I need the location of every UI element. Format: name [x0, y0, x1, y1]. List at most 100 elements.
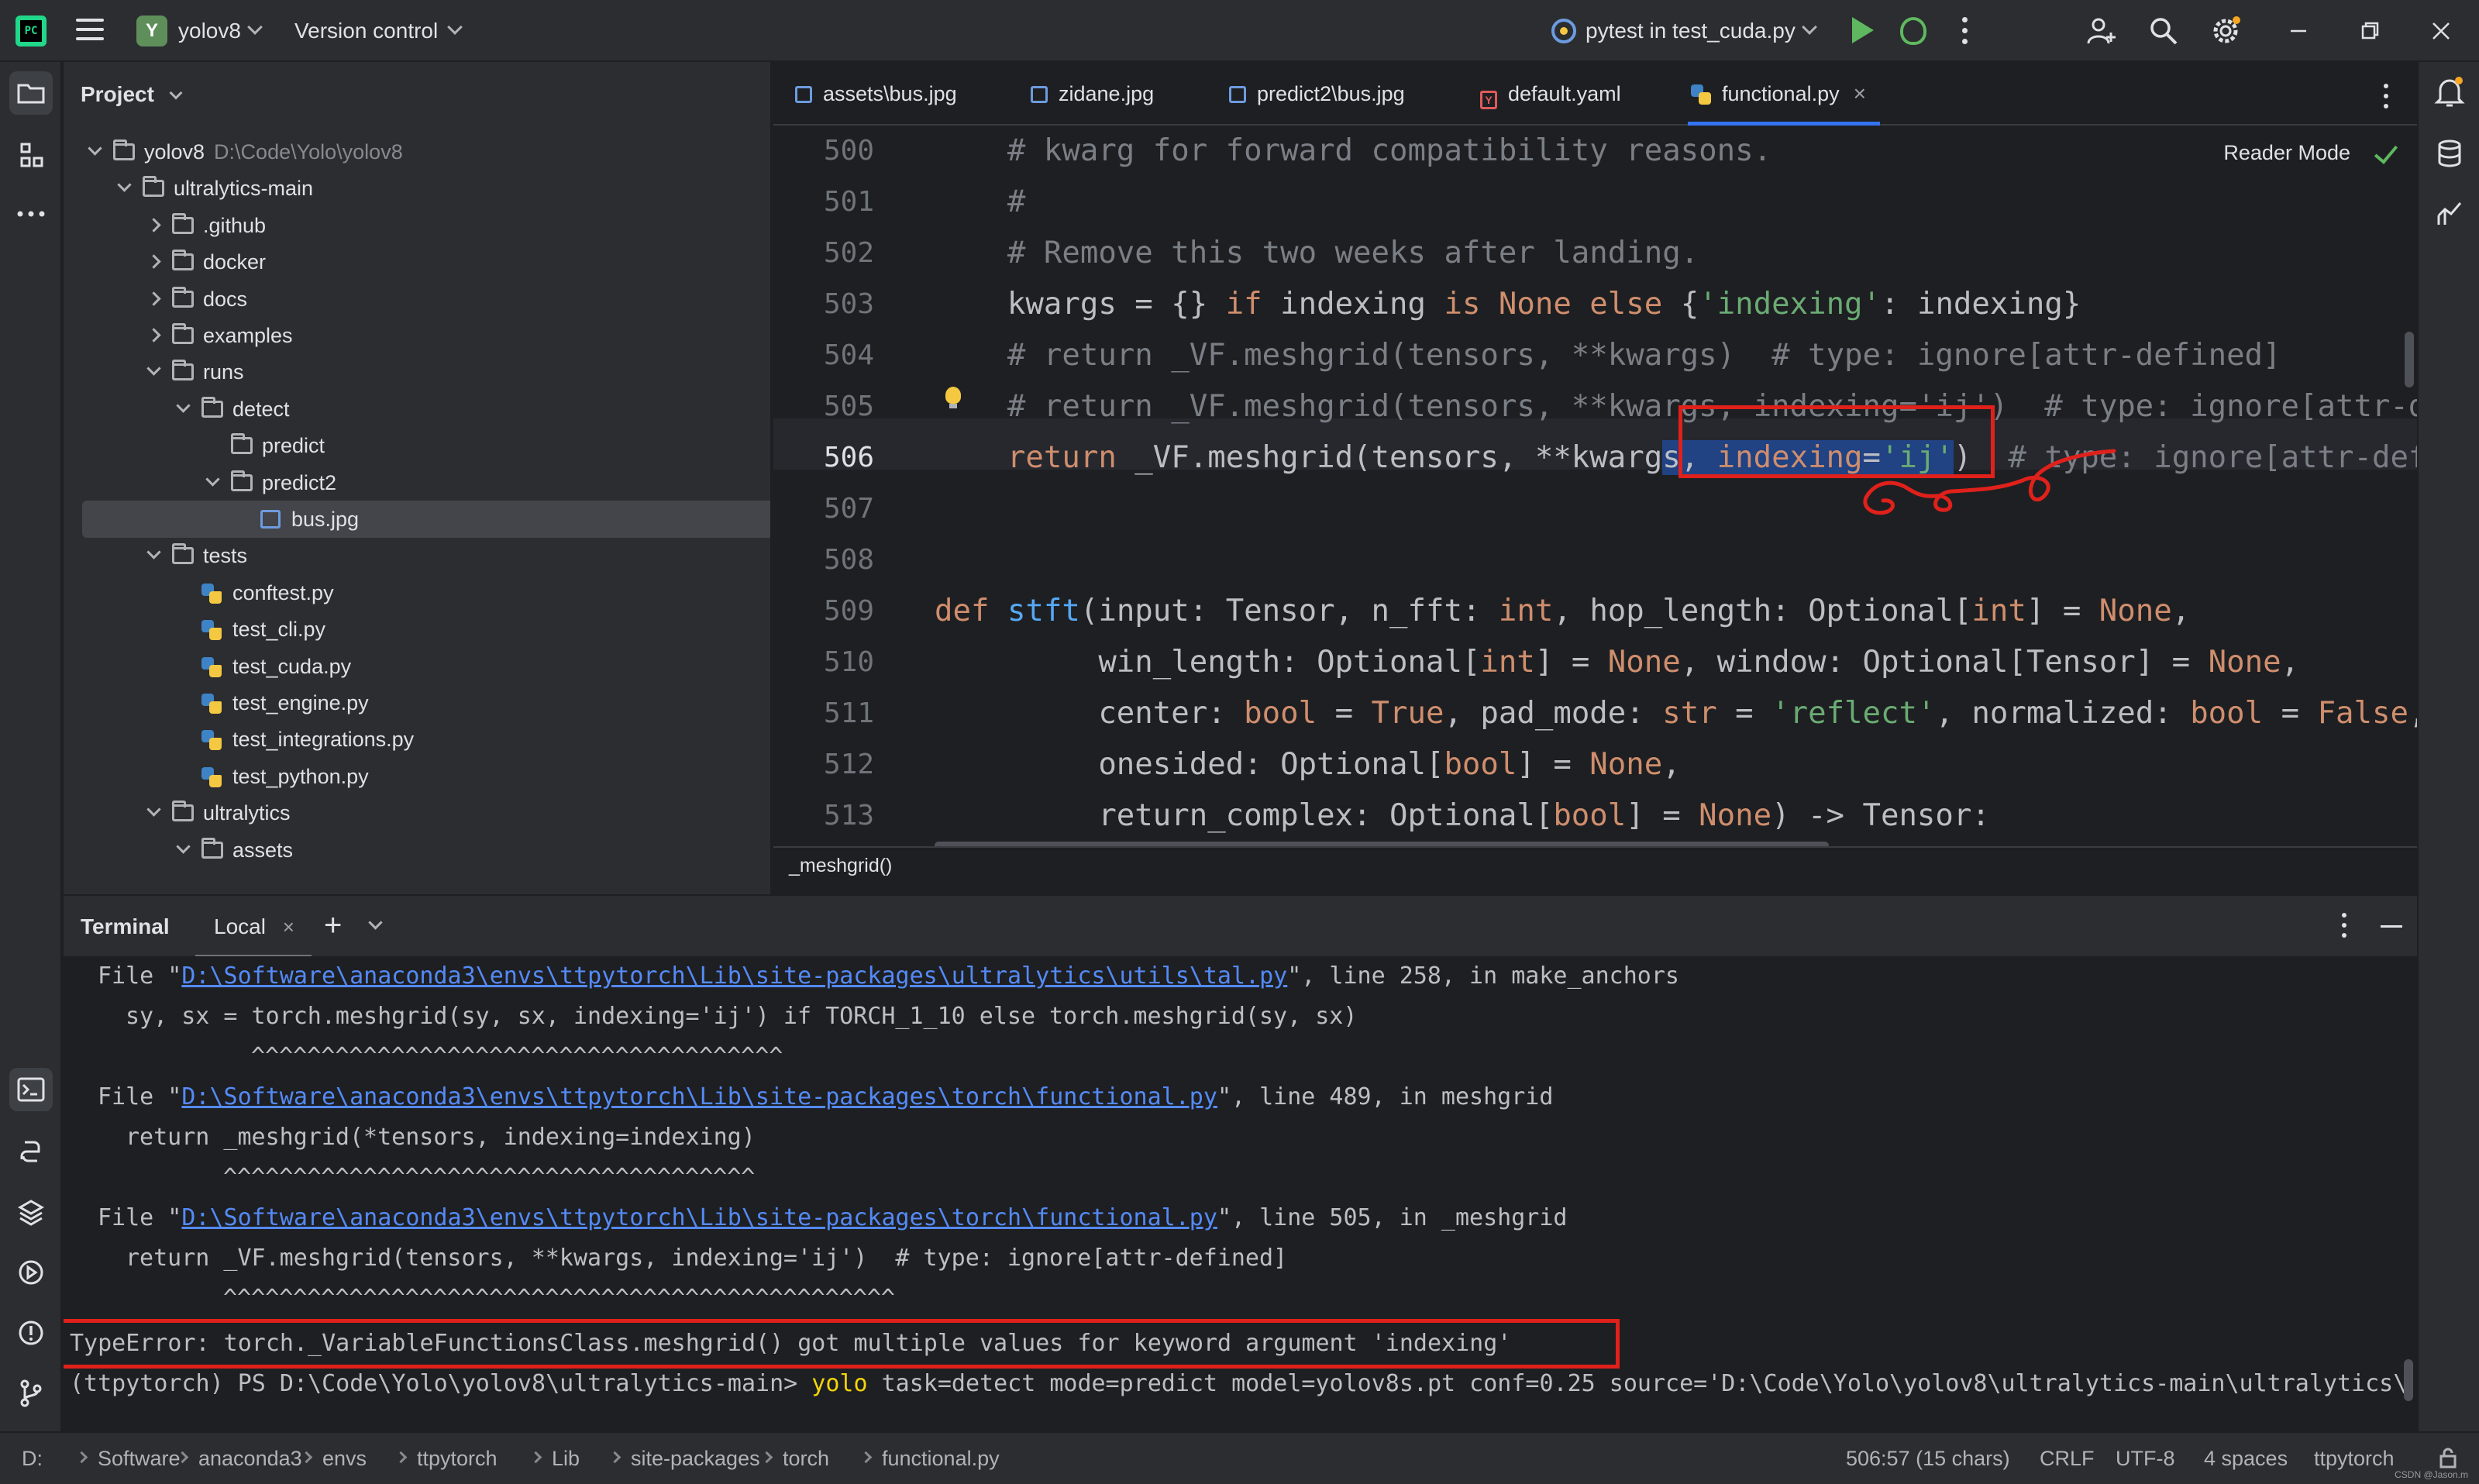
- tree-item-yolov8[interactable]: yolov8 D:\Code\Yolo\yolov8: [64, 133, 761, 170]
- chevron-right-icon[interactable]: [146, 291, 161, 306]
- chevron-down-icon[interactable]: [169, 86, 183, 100]
- tree-item-test-cli-py[interactable]: test_cli.py: [64, 611, 761, 648]
- new-terminal-plus-icon[interactable]: +: [324, 910, 342, 941]
- status-path-segment[interactable]: functional.py: [882, 1433, 1000, 1484]
- services-icon[interactable]: [9, 1251, 53, 1294]
- tree-item-examples[interactable]: examples: [64, 317, 761, 354]
- chevron-right-icon[interactable]: [146, 218, 161, 232]
- no-problems-check-icon[interactable]: [2374, 139, 2398, 164]
- chevron-down-icon[interactable]: [146, 802, 161, 817]
- close-icon[interactable]: ×: [1854, 62, 1866, 126]
- tree-item-test-engine-py[interactable]: test_engine.py: [64, 684, 761, 721]
- caret-position[interactable]: 506:57 (15 chars): [1846, 1433, 2010, 1484]
- code-editor[interactable]: 500 501 502 503 504 505 506 507 508 509 510 511 512 5…: [773, 126, 2417, 846]
- tree-item-predict2[interactable]: predict2: [64, 464, 761, 501]
- git-icon[interactable]: [9, 1372, 53, 1415]
- project-badge[interactable]: Y: [136, 15, 167, 46]
- status-path-segment[interactable]: D:: [22, 1433, 43, 1484]
- tree-item-conftest-py[interactable]: conftest.py: [64, 574, 761, 611]
- tab-options-icon[interactable]: [2384, 84, 2390, 114]
- tree-item-predict[interactable]: predict: [64, 427, 761, 464]
- reader-mode-button[interactable]: Reader Mode: [2223, 135, 2350, 170]
- project-tool-button[interactable]: [9, 71, 53, 115]
- chevron-down-icon[interactable]: [176, 398, 191, 413]
- editor-breadcrumb[interactable]: _meshgrid(): [773, 846, 2417, 894]
- chevron-right-icon[interactable]: [146, 254, 161, 269]
- editor-scrollbar[interactable]: [2405, 332, 2414, 387]
- sciview-icon[interactable]: [2434, 198, 2465, 229]
- pycharm-logo-icon[interactable]: PC: [15, 15, 46, 46]
- tree-item-docker[interactable]: docker: [64, 243, 761, 281]
- tree-item-ultralytics-main[interactable]: ultralytics-main: [64, 170, 761, 207]
- add-user-icon[interactable]: [2086, 15, 2117, 46]
- chevron-down-icon[interactable]: [368, 915, 383, 930]
- file-encoding[interactable]: UTF-8: [2116, 1433, 2175, 1484]
- terminal-options-icon[interactable]: [2342, 913, 2348, 943]
- tab-default-yaml[interactable]: Ydefault.yaml: [1480, 62, 1621, 126]
- tree-item-bus-jpg[interactable]: bus.jpg: [82, 501, 770, 538]
- problems-icon[interactable]: [9, 1311, 53, 1355]
- intention-bulb-icon[interactable]: [945, 387, 961, 408]
- tab-zidane-jpg[interactable]: zidane.jpg: [1031, 62, 1154, 126]
- minimize-icon[interactable]: [2283, 15, 2314, 46]
- chevron-down-icon[interactable]: [117, 177, 132, 193]
- status-path-segment[interactable]: Software: [98, 1433, 181, 1484]
- tree-item-docs[interactable]: docs: [64, 281, 761, 318]
- indent-setting[interactable]: 4 spaces: [2204, 1433, 2288, 1484]
- tree-item-runs[interactable]: runs: [64, 353, 761, 391]
- tab-assets-bus-jpg[interactable]: assets\bus.jpg: [795, 62, 957, 126]
- tree-item-detect[interactable]: detect: [64, 391, 761, 428]
- project-name[interactable]: yolov8: [178, 15, 241, 46]
- status-path-segment[interactable]: anaconda3: [198, 1433, 302, 1484]
- status-path-segment[interactable]: torch: [783, 1433, 829, 1484]
- terminal-output[interactable]: File "D:\Software\anaconda3\envs\ttpytor…: [64, 956, 2417, 1432]
- line-separator[interactable]: CRLF: [2040, 1433, 2095, 1484]
- status-path-segment[interactable]: site-packages: [631, 1433, 760, 1484]
- chevron-down-icon[interactable]: [205, 471, 220, 487]
- tree-item-tests[interactable]: tests: [64, 537, 761, 574]
- python-console-icon[interactable]: [9, 1130, 53, 1173]
- file-link[interactable]: D:\Software\anaconda3\envs\ttpytorch\Lib…: [181, 1204, 1217, 1231]
- run-config-selector[interactable]: pytest in test_cuda.py: [1586, 15, 1796, 46]
- terminal-tool-button[interactable]: [9, 1068, 53, 1111]
- terminal-scrollbar[interactable]: [2404, 1359, 2413, 1401]
- status-path-segment[interactable]: ttpytorch: [417, 1433, 498, 1484]
- status-path-segment[interactable]: envs: [322, 1433, 367, 1484]
- lock-icon[interactable]: [2436, 1447, 2460, 1470]
- tree-item-test-cuda-py[interactable]: test_cuda.py: [64, 648, 761, 685]
- structure-tool-button[interactable]: [9, 133, 53, 177]
- tree-item-ultralytics[interactable]: ultralytics: [64, 794, 761, 832]
- run-icon[interactable]: [1852, 17, 1874, 43]
- close-window-icon[interactable]: [2426, 15, 2457, 46]
- breadcrumb-function[interactable]: _meshgrid(): [789, 855, 892, 876]
- chevron-down-icon[interactable]: [247, 19, 263, 35]
- file-link[interactable]: D:\Software\anaconda3\envs\ttpytorch\Lib…: [181, 1083, 1217, 1110]
- file-link[interactable]: D:\Software\anaconda3\envs\ttpytorch\Lib…: [181, 962, 1287, 990]
- layers-icon[interactable]: [9, 1190, 53, 1234]
- close-icon[interactable]: ×: [283, 915, 294, 938]
- python-interpreter[interactable]: ttpytorch: [2314, 1433, 2395, 1484]
- chevron-down-icon[interactable]: [176, 838, 191, 854]
- chevron-down-icon[interactable]: [1802, 19, 1817, 35]
- debug-icon[interactable]: [1900, 17, 1926, 45]
- tree-item--github[interactable]: .github: [64, 207, 761, 244]
- tab-functional-py[interactable]: functional.py ×: [1688, 62, 1880, 126]
- tree-item-assets[interactable]: assets: [64, 832, 761, 869]
- settings-gear-icon[interactable]: [2210, 15, 2241, 46]
- chevron-down-icon[interactable]: [146, 361, 161, 377]
- more-tools-icon[interactable]: [9, 192, 53, 236]
- main-menu-icon[interactable]: [76, 19, 104, 43]
- chevron-down-icon[interactable]: [88, 141, 102, 156]
- status-path-segment[interactable]: Lib: [552, 1433, 580, 1484]
- restore-icon[interactable]: [2354, 15, 2385, 46]
- terminal-tab-local[interactable]: Local ×: [195, 896, 312, 958]
- chevron-down-icon[interactable]: [447, 19, 463, 35]
- tree-item-test-integrations-py[interactable]: test_integrations.py: [64, 721, 761, 758]
- more-actions-icon[interactable]: [1962, 17, 1968, 50]
- tab-predict2-bus-jpg[interactable]: predict2\bus.jpg: [1229, 62, 1405, 126]
- chevron-down-icon[interactable]: [146, 545, 161, 560]
- database-icon[interactable]: [2434, 138, 2465, 169]
- tree-item-test-python-py[interactable]: test_python.py: [64, 758, 761, 795]
- version-control-menu[interactable]: Version control: [294, 15, 438, 46]
- chevron-right-icon[interactable]: [146, 328, 161, 343]
